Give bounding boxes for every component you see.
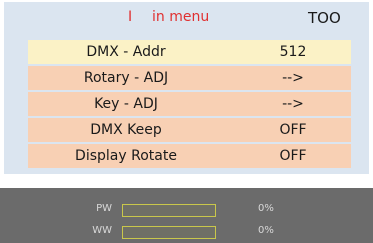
menu-item-value: --> <box>282 96 304 112</box>
menu-title: in menu <box>152 9 210 25</box>
menu-item-dmx-addr[interactable]: DMX - Addr 512 <box>28 40 351 64</box>
menu-panel: DMX - Addr 512 Rotary - ADJ --> Key - AD… <box>4 34 369 174</box>
menu-item-label: Rotary - ADJ <box>83 70 169 86</box>
bar-percent: 0% <box>258 203 274 214</box>
menu-item-label: Display Rotate <box>75 148 177 164</box>
menu-item-value: OFF <box>279 122 307 138</box>
bar-percent: 0% <box>258 225 274 236</box>
level-bar <box>122 226 216 239</box>
menu-item-label: DMX - Addr <box>86 44 166 60</box>
header-right-label: TOO <box>308 9 341 27</box>
bar-label: WW <box>92 225 112 236</box>
menu-item-value: 512 <box>279 44 307 60</box>
menu-list: DMX - Addr 512 Rotary - ADJ --> Key - AD… <box>28 40 351 170</box>
header-marker: I <box>128 9 133 25</box>
status-bar-ww: WW 0% <box>0 224 373 242</box>
status-bar-pw: PW 0% <box>0 202 373 220</box>
menu-item-label: DMX Keep <box>90 122 162 138</box>
menu-item-display-rotate[interactable]: Display Rotate OFF <box>28 144 351 168</box>
menu-item-label: Key - ADJ <box>94 96 158 112</box>
menu-header: I in menu TOO <box>4 2 369 34</box>
menu-item-value: --> <box>282 70 304 86</box>
menu-item-value: OFF <box>279 148 307 164</box>
menu-item-rotary-adj[interactable]: Rotary - ADJ --> <box>28 66 351 90</box>
menu-item-dmx-keep[interactable]: DMX Keep OFF <box>28 118 351 142</box>
menu-item-key-adj[interactable]: Key - ADJ --> <box>28 92 351 116</box>
bar-label: PW <box>96 203 112 214</box>
device-screen: I in menu TOO DMX - Addr 512 Rotary - AD… <box>0 0 373 243</box>
status-panel: PW 0% WW 0% <box>0 188 373 243</box>
level-bar <box>122 204 216 217</box>
